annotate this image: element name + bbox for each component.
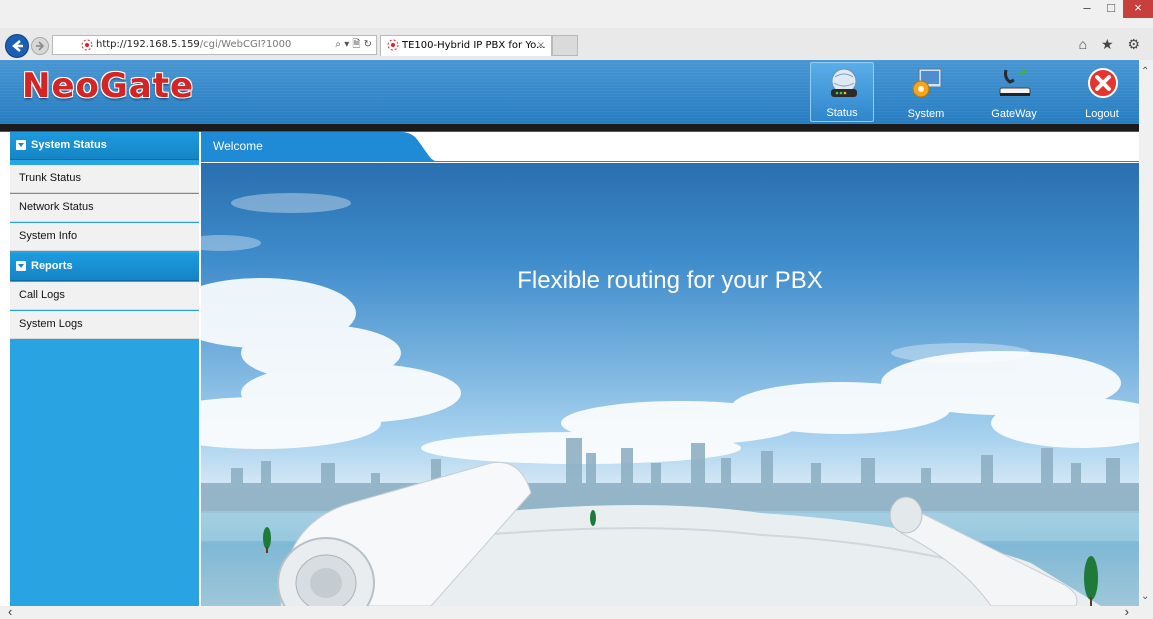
sidebar-item-network-status[interactable]: Network Status bbox=[10, 194, 199, 222]
close-window-button[interactable]: × bbox=[1123, 0, 1153, 18]
back-button[interactable] bbox=[5, 34, 29, 58]
header-divider bbox=[0, 124, 1139, 132]
gateway-phone-device-icon bbox=[999, 68, 1031, 96]
address-tools-icon[interactable]: ⌕ ▾ 🗎 ↻ bbox=[335, 36, 372, 54]
home-favorites-settings-icons[interactable]: ⌂ ★ ⚙ bbox=[1079, 36, 1145, 53]
section-title: Reports bbox=[31, 260, 73, 272]
tab-close-icon[interactable]: × bbox=[537, 36, 545, 56]
sidebar-item-trunk-status[interactable]: Trunk Status bbox=[10, 165, 199, 193]
system-monitor-gear-icon bbox=[912, 68, 942, 98]
maximize-button[interactable]: □ bbox=[1099, 0, 1123, 18]
sidebar: System Status Trunk Status Network Statu… bbox=[10, 132, 199, 606]
sidebar-item-label: System Logs bbox=[19, 318, 83, 330]
welcome-tab-bar: Welcome bbox=[201, 132, 1139, 162]
banner-headline: Flexible routing for your PBX bbox=[517, 267, 823, 294]
nav-logout-button[interactable]: Logout bbox=[1070, 62, 1134, 122]
sidebar-item-label: Trunk Status bbox=[19, 172, 81, 184]
app-header: NeoGate Status System GateWay Logout bbox=[0, 60, 1139, 124]
title-bar bbox=[0, 0, 1153, 28]
sidebar-item-label: System Info bbox=[19, 230, 78, 242]
sidebar-item-label: Call Logs bbox=[19, 289, 65, 301]
new-tab-button[interactable] bbox=[552, 35, 578, 56]
vertical-scrollbar[interactable]: ⌃ ⌄ bbox=[1139, 60, 1153, 606]
main-content: Welcome Flexible routing for your PBX bbox=[201, 132, 1139, 606]
sidebar-item-call-logs[interactable]: Call Logs bbox=[10, 282, 199, 310]
sidebar-section-reports[interactable]: Reports bbox=[10, 253, 199, 281]
logout-red-x-icon bbox=[1088, 68, 1118, 98]
scroll-up-icon[interactable]: ⌃ bbox=[1141, 66, 1149, 77]
tab-title: TE100-Hybrid IP PBX for Yo... bbox=[402, 40, 546, 51]
tab-welcome[interactable]: Welcome bbox=[201, 132, 433, 162]
chevron-down-icon bbox=[16, 261, 26, 271]
nav-gateway-label: GateWay bbox=[991, 108, 1037, 120]
browser-chrome: – □ × http://192.168.5.159/cgi/WebCGI?10… bbox=[0, 0, 1153, 60]
banner-artwork bbox=[201, 193, 1139, 606]
address-bar[interactable]: http://192.168.5.159/cgi/WebCGI?1000 ⌕ ▾… bbox=[52, 35, 377, 55]
scroll-right-icon[interactable]: › bbox=[1125, 604, 1129, 619]
minimize-button[interactable]: – bbox=[1075, 0, 1099, 18]
nav-logout-label: Logout bbox=[1085, 108, 1119, 120]
horizontal-scrollbar[interactable]: ‹ › bbox=[0, 604, 1153, 619]
sidebar-item-system-logs[interactable]: System Logs bbox=[10, 311, 199, 339]
browser-tab[interactable]: TE100-Hybrid IP PBX for Yo... × bbox=[380, 35, 552, 56]
nav-status-button[interactable]: Status bbox=[810, 62, 874, 122]
window-controls: – □ × bbox=[1075, 0, 1153, 22]
nav-system-button[interactable]: System bbox=[894, 62, 958, 122]
tab-welcome-label: Welcome bbox=[213, 139, 263, 153]
nav-gateway-button[interactable]: GateWay bbox=[982, 62, 1046, 122]
site-favicon-icon bbox=[81, 39, 93, 51]
welcome-banner-image: Flexible routing for your PBX bbox=[201, 163, 1139, 606]
sidebar-item-label: Network Status bbox=[19, 201, 94, 213]
address-url: http://192.168.5.159/cgi/WebCGI?1000 bbox=[96, 39, 292, 50]
neogate-logo: NeoGate bbox=[22, 66, 195, 106]
section-title: System Status bbox=[31, 139, 107, 151]
tab-favicon-icon bbox=[387, 39, 399, 51]
nav-system-label: System bbox=[907, 108, 945, 120]
chevron-down-icon bbox=[16, 140, 26, 150]
scroll-left-icon[interactable]: ‹ bbox=[8, 604, 12, 619]
forward-button[interactable] bbox=[31, 37, 49, 55]
sidebar-section-system-status[interactable]: System Status bbox=[10, 132, 199, 160]
forward-arrow-icon bbox=[36, 41, 45, 51]
scroll-down-icon[interactable]: ⌄ bbox=[1141, 591, 1149, 602]
status-globe-icon bbox=[831, 68, 857, 97]
nav-status-label: Status bbox=[826, 107, 858, 119]
back-arrow-icon bbox=[12, 40, 23, 52]
sidebar-item-system-info[interactable]: System Info bbox=[10, 223, 199, 251]
